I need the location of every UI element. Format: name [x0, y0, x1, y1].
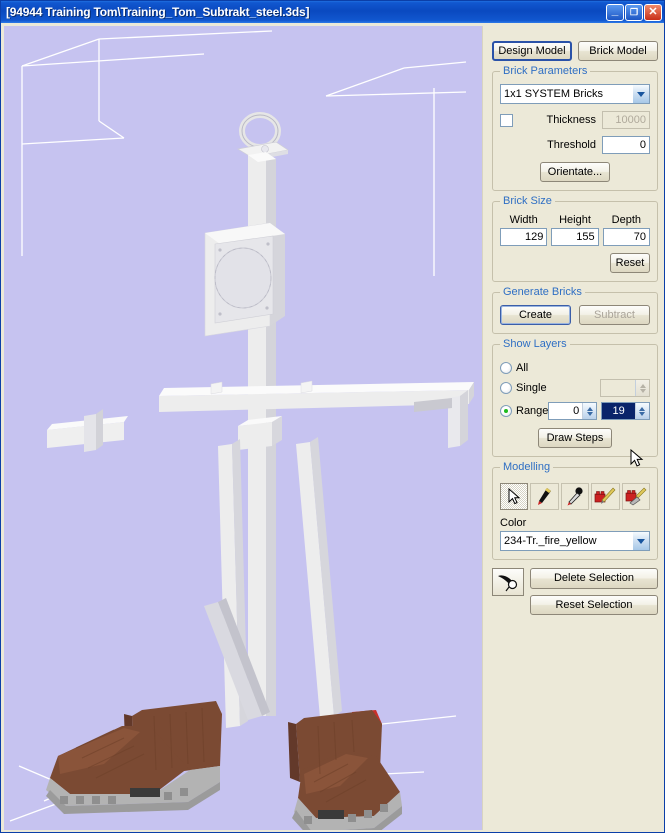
- selection-buttons: Delete Selection Reset Selection: [530, 568, 658, 615]
- layers-range-to-value: 19: [602, 403, 635, 420]
- reset-selection-button[interactable]: Reset Selection: [530, 594, 658, 615]
- cursor-arrow-icon: [508, 488, 521, 505]
- threshold-input[interactable]: 0: [602, 136, 650, 155]
- tool-panel: Design Model Brick Model Brick Parameter…: [487, 26, 663, 830]
- brick-size-group: Brick Size Width Height Depth 129 155 70…: [492, 195, 658, 283]
- thickness-label: Thickness: [546, 114, 596, 127]
- selection-block: Delete Selection Reset Selection: [492, 568, 658, 615]
- width-label: Width: [509, 214, 538, 227]
- brick-size-headers: Width Height Depth: [500, 214, 650, 226]
- layers-range-to-spinner[interactable]: 19: [601, 402, 650, 421]
- modelling-toolbar: [500, 483, 651, 511]
- color-label: Color: [500, 517, 527, 530]
- chevron-down-icon[interactable]: [632, 85, 649, 104]
- delete-selection-button[interactable]: Delete Selection: [530, 568, 658, 589]
- close-icon: ✕: [648, 5, 658, 18]
- orientate-row: Orientate...: [500, 162, 650, 183]
- subtract-button: Subtract: [579, 305, 650, 326]
- spin-up-icon[interactable]: [586, 406, 593, 411]
- application-window: [94944 Training Tom\Training_Tom_Subtrak…: [0, 0, 665, 833]
- layers-all-row[interactable]: All: [500, 362, 650, 375]
- layers-all-radio[interactable]: [500, 362, 512, 375]
- select-arrow-tool-button[interactable]: [500, 483, 529, 511]
- layers-range-from-value: 0: [573, 405, 580, 418]
- color-value: 234-Tr._fire_yellow: [504, 535, 597, 548]
- layers-single-radio[interactable]: [500, 382, 512, 395]
- range-to-spin-buttons[interactable]: [634, 403, 649, 420]
- spin-down-icon[interactable]: [639, 411, 646, 416]
- title-bar: [94944 Training Tom\Training_Tom_Subtrak…: [1, 1, 664, 23]
- spin-down-icon[interactable]: [586, 411, 593, 416]
- maximize-icon: ❐: [629, 6, 639, 17]
- brick-trowel-tool-button[interactable]: [621, 483, 651, 511]
- design-model-button[interactable]: Design Model: [492, 41, 572, 62]
- draw-steps-row: Draw Steps: [500, 428, 650, 449]
- show-layers-group: Show Layers All Single Range 0 19 Draw S…: [492, 338, 658, 458]
- layers-single-value: [601, 380, 635, 396]
- spin-up-icon: [639, 383, 646, 388]
- layers-single-row[interactable]: Single: [500, 379, 650, 398]
- chest-plate: [204, 222, 285, 337]
- pencil-icon: [538, 488, 552, 506]
- close-button[interactable]: ✕: [644, 3, 662, 21]
- brick-pencil-tool-button[interactable]: [591, 483, 620, 511]
- thickness-checkbox[interactable]: [500, 113, 513, 127]
- selection-pick-tool-button[interactable]: [492, 568, 524, 597]
- chevron-down-icon[interactable]: [632, 532, 649, 551]
- minimize-icon: _: [611, 3, 619, 17]
- brick-size-title: Brick Size: [500, 195, 555, 208]
- layers-single-spin-buttons: [635, 380, 649, 397]
- maximize-button[interactable]: ❐: [625, 3, 643, 21]
- generate-bricks-title: Generate Bricks: [500, 286, 585, 299]
- viewport-3d[interactable]: [4, 26, 482, 830]
- brick-pencil-icon: [595, 488, 616, 505]
- brick-model-button[interactable]: Brick Model: [578, 41, 658, 62]
- eyedropper-icon: [567, 487, 583, 506]
- brick-type-value: 1x1 SYSTEM Bricks: [504, 88, 604, 101]
- spin-down-icon: [639, 388, 646, 393]
- brick-size-reset-row: Reset: [500, 253, 650, 274]
- pick-hand-icon: [498, 575, 518, 592]
- thickness-input[interactable]: 10000: [602, 111, 650, 130]
- model-canvas: [4, 26, 482, 830]
- minimize-button[interactable]: _: [606, 3, 624, 21]
- layers-range-radio[interactable]: [500, 405, 512, 418]
- brick-type-combo[interactable]: 1x1 SYSTEM Bricks: [500, 84, 650, 105]
- pencil-tool-button[interactable]: [530, 483, 559, 511]
- width-input[interactable]: 129: [500, 228, 548, 247]
- modelling-group: Modelling Color 234-Tr._fire_yellow: [492, 461, 658, 561]
- orientate-button[interactable]: Orientate...: [540, 162, 610, 183]
- draw-steps-button[interactable]: Draw Steps: [538, 428, 612, 449]
- generate-bricks-group: Generate Bricks Create Subtract: [492, 286, 658, 335]
- eyedropper-tool-button[interactable]: [560, 483, 590, 511]
- layers-range-from-spinner[interactable]: 0: [548, 402, 598, 421]
- generate-bricks-buttons: Create Subtract: [500, 305, 650, 326]
- layers-range-label: Range: [516, 405, 549, 418]
- brick-trowel-icon: [625, 488, 647, 506]
- brick-parameters-title: Brick Parameters: [500, 65, 591, 78]
- window-title: [94944 Training Tom\Training_Tom_Subtrak…: [6, 5, 310, 19]
- thickness-row: Thickness 10000: [500, 111, 650, 130]
- show-layers-title: Show Layers: [500, 338, 570, 351]
- spin-up-icon[interactable]: [639, 406, 646, 411]
- color-combo[interactable]: 234-Tr._fire_yellow: [500, 531, 650, 552]
- create-button[interactable]: Create: [500, 305, 571, 326]
- brick-size-values: 129 155 70: [500, 226, 650, 247]
- height-label: Height: [559, 214, 591, 227]
- layers-range-row[interactable]: Range 0 19: [500, 402, 650, 421]
- range-from-spin-buttons[interactable]: [582, 403, 597, 420]
- brick-parameters-group: Brick Parameters 1x1 SYSTEM Bricks Thick…: [492, 65, 658, 192]
- panel-splitter[interactable]: [482, 26, 486, 830]
- reset-button[interactable]: Reset: [610, 253, 650, 274]
- threshold-label: Threshold: [547, 139, 596, 152]
- layers-single-label: Single: [516, 382, 547, 395]
- threshold-row: Threshold 0: [500, 136, 650, 155]
- height-input[interactable]: 155: [551, 228, 599, 247]
- model-mode-buttons: Design Model Brick Model: [487, 26, 663, 62]
- depth-input[interactable]: 70: [602, 228, 650, 247]
- layers-single-spinner: [600, 379, 650, 398]
- modelling-title: Modelling: [500, 461, 554, 474]
- depth-label: Depth: [611, 214, 641, 227]
- layers-all-label: All: [516, 362, 529, 375]
